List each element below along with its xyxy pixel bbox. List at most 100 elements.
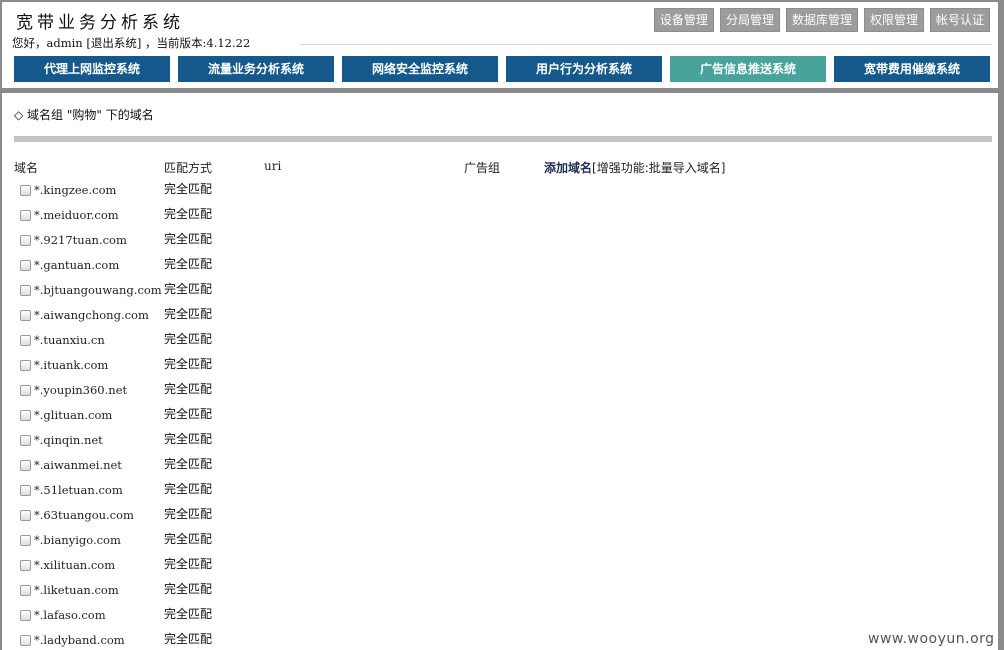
row-checkbox[interactable]: [20, 635, 31, 646]
match-type: 完全匹配: [164, 507, 213, 521]
row-checkbox[interactable]: [20, 460, 31, 471]
row-checkbox[interactable]: [20, 210, 31, 221]
tab-proxy-monitor[interactable]: 代理上网监控系统: [14, 56, 170, 82]
add-domain-link[interactable]: 添加域名: [544, 161, 592, 175]
table-row: *.bianyigo.com 完全匹配: [2, 532, 602, 557]
header-divider: [300, 44, 992, 45]
table-header: 域名 匹配方式 uri 广告组 添加域名 [增强功能:批量导入域名]: [14, 159, 994, 177]
match-type: 完全匹配: [164, 332, 213, 346]
column-header-match: 匹配方式: [164, 161, 213, 175]
match-type: 完全匹配: [164, 282, 213, 296]
match-type: 完全匹配: [164, 632, 213, 646]
table-row: *.51letuan.com 完全匹配: [2, 482, 602, 507]
match-type: 完全匹配: [164, 557, 213, 571]
table-row: *.63tuangou.com 完全匹配: [2, 507, 602, 532]
table-row: *.aiwanmei.net 完全匹配: [2, 457, 602, 482]
row-checkbox[interactable]: [20, 535, 31, 546]
domain-name: *.qinqin.net: [34, 433, 103, 447]
row-checkbox[interactable]: [20, 610, 31, 621]
match-type: 完全匹配: [164, 357, 213, 371]
domain-name: *.meiduor.com: [34, 208, 119, 222]
batch-import-link[interactable]: [增强功能:批量导入域名]: [592, 159, 725, 176]
top-button-bar: 设备管理 分局管理 数据库管理 权限管理 帐号认证: [653, 8, 990, 32]
tab-fee-collection[interactable]: 宽带费用催缴系统: [834, 56, 990, 82]
device-management-button[interactable]: 设备管理: [653, 8, 714, 32]
row-checkbox[interactable]: [20, 560, 31, 571]
domain-name: *.glituan.com: [34, 408, 113, 422]
column-header-uri: uri: [264, 159, 282, 173]
version-text: ，当前版本:4.12.22: [145, 36, 251, 50]
domain-name: *.aiwangchong.com: [34, 308, 149, 322]
match-type: 完全匹配: [164, 382, 213, 396]
tab-security-monitor[interactable]: 网络安全监控系统: [342, 56, 498, 82]
section-divider: [14, 136, 992, 142]
greeting-text: 您好，admin: [12, 36, 83, 50]
row-checkbox[interactable]: [20, 260, 31, 271]
database-management-button[interactable]: 数据库管理: [785, 8, 858, 32]
domain-name: *.51letuan.com: [34, 483, 123, 497]
domain-name: *.liketuan.com: [34, 583, 119, 597]
row-checkbox[interactable]: [20, 335, 31, 346]
user-info-line: 您好，admin [退出系统] ，当前版本:4.12.22: [12, 35, 250, 51]
row-checkbox[interactable]: [20, 360, 31, 371]
domain-name: *.gantuan.com: [34, 258, 120, 272]
account-auth-button[interactable]: 帐号认证: [929, 8, 990, 32]
match-type: 完全匹配: [164, 257, 213, 271]
domain-name: *.youpin360.net: [34, 383, 128, 397]
match-type: 完全匹配: [164, 432, 213, 446]
row-checkbox[interactable]: [20, 585, 31, 596]
row-checkbox[interactable]: [20, 185, 31, 196]
domain-name: *.bianyigo.com: [34, 533, 121, 547]
match-type: 完全匹配: [164, 307, 213, 321]
domain-name: *.ituank.com: [34, 358, 109, 372]
row-checkbox[interactable]: [20, 435, 31, 446]
tab-traffic-analysis[interactable]: 流量业务分析系统: [178, 56, 334, 82]
domain-name: *.xilituan.com: [34, 558, 116, 572]
header: 宽带业务分析系统 您好，admin [退出系统] ，当前版本:4.12.22 设…: [2, 2, 998, 90]
add-domain-area: 添加域名 [增强功能:批量导入域名]: [544, 159, 725, 176]
row-checkbox[interactable]: [20, 310, 31, 321]
row-checkbox[interactable]: [20, 285, 31, 296]
branch-management-button[interactable]: 分局管理: [719, 8, 780, 32]
page-frame: 宽带业务分析系统 您好，admin [退出系统] ，当前版本:4.12.22 设…: [2, 2, 998, 650]
match-type: 完全匹配: [164, 232, 213, 246]
table-row: *.qinqin.net 完全匹配: [2, 432, 602, 457]
domain-name: *.lafaso.com: [34, 608, 106, 622]
table-row: *.kingzee.com 完全匹配: [2, 182, 602, 207]
row-checkbox[interactable]: [20, 510, 31, 521]
row-checkbox[interactable]: [20, 385, 31, 396]
domain-name: *.9217tuan.com: [34, 233, 127, 247]
domain-name: *.63tuangou.com: [34, 508, 134, 522]
logout-link[interactable]: [退出系统]: [86, 36, 141, 50]
table-row: *.9217tuan.com 完全匹配: [2, 232, 602, 257]
row-checkbox[interactable]: [20, 235, 31, 246]
domain-name: *.ladyband.com: [34, 633, 125, 647]
table-row: *.lafaso.com 完全匹配: [2, 607, 602, 632]
watermark: www.wooyun.org: [868, 631, 995, 647]
table-row: *.aiwangchong.com 完全匹配: [2, 307, 602, 332]
domain-name: *.bjtuangouwang.com: [34, 283, 162, 297]
tab-user-behavior[interactable]: 用户行为分析系统: [506, 56, 662, 82]
match-type: 完全匹配: [164, 182, 213, 196]
row-checkbox[interactable]: [20, 485, 31, 496]
row-checkbox[interactable]: [20, 410, 31, 421]
match-type: 完全匹配: [164, 482, 213, 496]
main-content: ◇ 域名组 "购物" 下的域名 域名 匹配方式 uri 广告组 添加域名 [增强…: [2, 93, 998, 650]
domain-group-title: ◇ 域名组 "购物" 下的域名: [14, 108, 154, 122]
match-type: 完全匹配: [164, 207, 213, 221]
table-row: *.meiduor.com 完全匹配: [2, 207, 602, 232]
table-row: *.ladyband.com 完全匹配: [2, 632, 602, 650]
column-header-domain: 域名: [14, 161, 39, 175]
match-type: 完全匹配: [164, 457, 213, 471]
table-row: *.xilituan.com 完全匹配: [2, 557, 602, 582]
domain-name: *.aiwanmei.net: [34, 458, 122, 472]
table-row: *.bjtuangouwang.com 完全匹配: [2, 282, 602, 307]
table-row: *.tuanxiu.cn 完全匹配: [2, 332, 602, 357]
table-row: *.youpin360.net 完全匹配: [2, 382, 602, 407]
tab-ad-push[interactable]: 广告信息推送系统: [670, 56, 826, 82]
permission-management-button[interactable]: 权限管理: [863, 8, 924, 32]
table-row: *.ituank.com 完全匹配: [2, 357, 602, 382]
match-type: 完全匹配: [164, 407, 213, 421]
system-title: 宽带业务分析系统: [16, 13, 184, 33]
main-nav: 代理上网监控系统 流量业务分析系统 网络安全监控系统 用户行为分析系统 广告信息…: [14, 56, 990, 82]
